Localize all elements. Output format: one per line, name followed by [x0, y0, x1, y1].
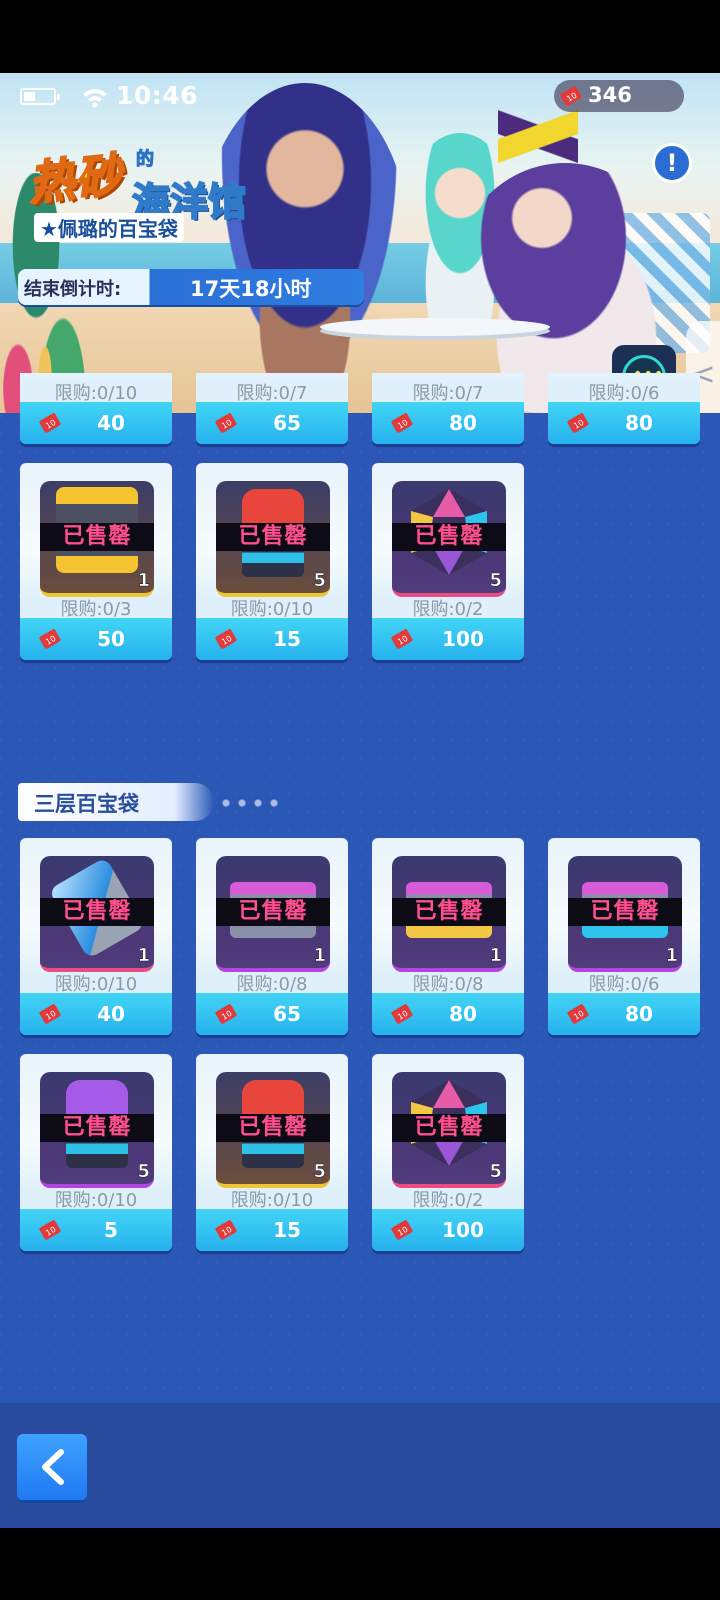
countdown-label: 结束倒计时: [24, 279, 122, 300]
nameplate-blue-icon: 已售罄 1 [568, 856, 682, 972]
item-quantity: 5 [313, 1161, 326, 1183]
item-card[interactable]: 已售罄 1 限购:0/10 10 40 [20, 838, 172, 1035]
item-card[interactable]: 已售罄 5 限购:0/10 10 15 [196, 1054, 348, 1251]
sold-out-banner: 已售罄 [40, 523, 154, 551]
red-capsule-icon: 已售罄 5 [216, 481, 330, 597]
status-bar: 10:46 10 346 [0, 73, 720, 119]
sold-out-banner: 已售罄 [392, 523, 506, 551]
battery-icon [20, 88, 60, 105]
sold-out-banner: 已售罄 [216, 1114, 330, 1142]
item-card[interactable]: 限购:0/7 10 80 [372, 373, 524, 444]
sold-out-banner: 已售罄 [216, 523, 330, 551]
back-button[interactable] [17, 1434, 87, 1500]
currency-amount: 346 [588, 83, 632, 107]
item-price: 80 [625, 1002, 653, 1026]
countdown-bar: 结束倒计时: 17天18小时 [18, 269, 364, 305]
item-price: 40 [97, 411, 125, 435]
item-price: 100 [442, 1218, 484, 1242]
item-price: 65 [273, 1002, 301, 1026]
item-card[interactable]: 已售罄 5 限购:0/2 10 100 [372, 1054, 524, 1251]
countdown-value: 17天18小时 [190, 277, 312, 301]
section-title: 三层百宝袋 [18, 783, 278, 821]
item-quantity: 1 [665, 945, 678, 967]
ticket-icon: 10 [560, 86, 582, 106]
item-card[interactable]: 已售罄 5 限购:0/2 10 100 [372, 463, 524, 660]
item-price: 80 [449, 411, 477, 435]
item-card[interactable]: 已售罄 1 限购:0/8 10 65 [196, 838, 348, 1035]
item-price: 65 [273, 411, 301, 435]
vehicle-icon: 已售罄 1 [40, 481, 154, 597]
item-quantity: 5 [137, 1161, 150, 1183]
sold-out-banner: 已售罄 [216, 898, 330, 926]
nameplate-gold-icon: 已售罄 1 [392, 856, 506, 972]
currency-display: 10 346 [554, 80, 684, 112]
item-price: 40 [97, 1002, 125, 1026]
logo-title-de: 的 [136, 149, 155, 171]
item-price: 15 [273, 1218, 301, 1242]
item-card[interactable]: 已售罄 1 限购:0/3 10 50 [20, 463, 172, 660]
sold-out-banner: 已售罄 [392, 1114, 506, 1142]
item-quantity: 1 [489, 945, 502, 967]
section-title-text: 三层百宝袋 [34, 792, 139, 816]
wifi-icon [83, 89, 107, 108]
item-price: 80 [625, 411, 653, 435]
item-card[interactable]: 已售罄 5 限购:0/10 10 5 [20, 1054, 172, 1251]
item-quantity: 1 [313, 945, 326, 967]
item-card[interactable]: 已售罄 1 限购:0/6 10 80 [548, 838, 700, 1035]
sold-out-banner: 已售罄 [40, 898, 154, 926]
logo-title-main: 热砂 [25, 146, 126, 212]
event-banner: 热砂 的 海洋馆 ★佩璐的百宝袋 结束倒计时: 17天18小时 ! < [0, 73, 720, 413]
item-card[interactable]: 限购:0/6 10 80 [548, 373, 700, 444]
item-price: 15 [273, 627, 301, 651]
sold-out-banner: 已售罄 [392, 898, 506, 926]
back-arrow-icon [42, 1449, 64, 1485]
table-decoration [320, 318, 550, 336]
item-grid-area: 限购:0/10 10 40 限购:0/7 10 65 限购:0/7 10 80 … [0, 373, 720, 1473]
item-card[interactable]: 限购:0/7 10 65 [196, 373, 348, 444]
nameplate-icon: 已售罄 1 [216, 856, 330, 972]
event-subtitle: ★佩璐的百宝袋 [34, 213, 184, 242]
gem-icon: 已售罄 5 [392, 1072, 506, 1188]
item-price: 80 [449, 1002, 477, 1026]
item-card[interactable]: 已售罄 1 限购:0/8 10 80 [372, 838, 524, 1035]
item-quantity: 5 [489, 1161, 502, 1183]
item-quantity: 1 [137, 570, 150, 592]
item-quantity: 5 [489, 570, 502, 592]
purple-capsule-icon: 已售罄 5 [40, 1072, 154, 1188]
blue-crystal-icon: 已售罄 1 [40, 856, 154, 972]
shop-screen: 热砂 的 海洋馆 ★佩璐的百宝袋 结束倒计时: 17天18小时 ! < 10:4… [0, 73, 720, 1528]
red-capsule-icon: 已售罄 5 [216, 1072, 330, 1188]
bottom-bar [0, 1403, 720, 1528]
item-price: 5 [104, 1218, 118, 1242]
item-card[interactable]: 已售罄 5 限购:0/10 10 15 [196, 463, 348, 660]
info-button[interactable]: ! [652, 143, 692, 183]
item-card[interactable]: 限购:0/10 10 40 [20, 373, 172, 444]
item-price: 100 [442, 627, 484, 651]
item-quantity: 5 [313, 570, 326, 592]
clock: 10:46 [116, 81, 199, 110]
item-price: 50 [97, 627, 125, 651]
exclamation-icon: ! [666, 149, 678, 177]
gem-icon: 已售罄 5 [392, 481, 506, 597]
sold-out-banner: 已售罄 [40, 1114, 154, 1142]
sold-out-banner: 已售罄 [568, 898, 682, 926]
item-quantity: 1 [137, 945, 150, 967]
